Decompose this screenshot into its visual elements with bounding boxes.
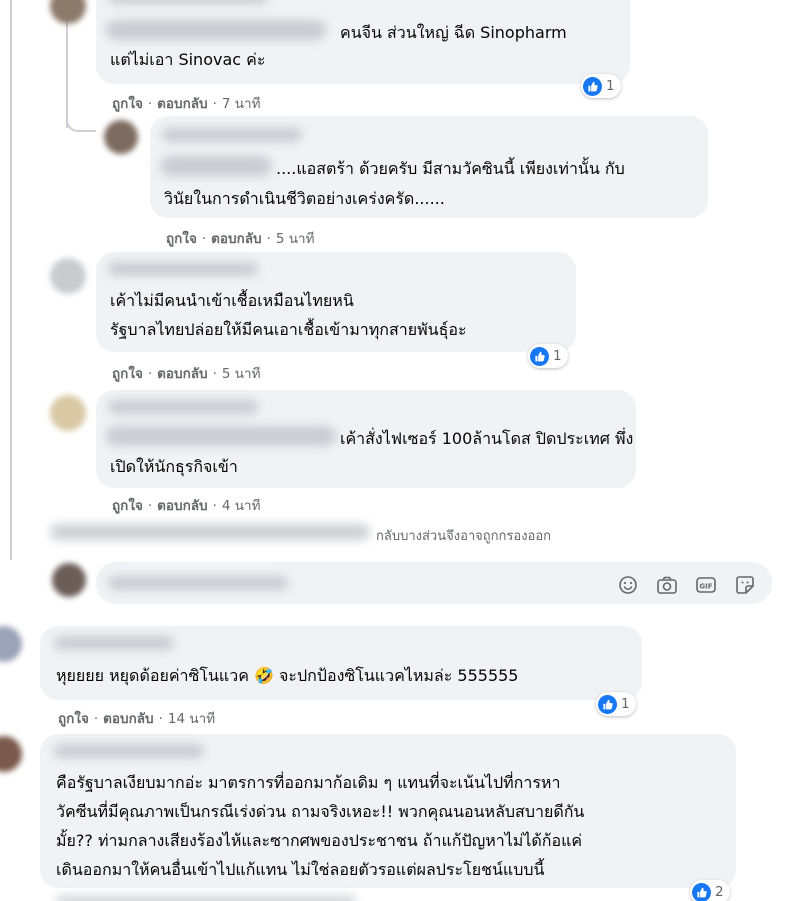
like-icon xyxy=(530,346,549,366)
like-icon xyxy=(598,694,617,714)
reaction-count[interactable]: 1 xyxy=(596,692,636,716)
reaction-count[interactable]: 1 xyxy=(581,74,621,98)
tagged-name[interactable] xyxy=(160,156,272,176)
commenter-name[interactable] xyxy=(108,0,268,4)
thread-connector xyxy=(66,108,96,132)
comment-text-line: เดินออกมาให้คนอื่นเข้าไปแก้แทน ไม่ใช่ลอย… xyxy=(56,860,545,879)
comment-actions: ถูกใจ · ตอบกลับ · 14 นาที xyxy=(58,711,216,727)
timestamp[interactable]: 4 นาที xyxy=(222,498,261,514)
commenter-name[interactable] xyxy=(162,128,302,142)
like-button[interactable]: ถูกใจ xyxy=(112,498,143,514)
avatar[interactable] xyxy=(50,0,86,24)
reaction-count[interactable]: 1 xyxy=(528,344,568,368)
comment-text-line: คือรัฐบาลเงียบมากอ่ะ มาตรการที่ออกมาก้อเ… xyxy=(56,773,561,792)
reply-button[interactable]: ตอบกลับ xyxy=(103,711,153,727)
like-button[interactable]: ถูกใจ xyxy=(58,711,89,727)
avatar[interactable] xyxy=(50,258,86,294)
comment-text-line: แต่ไม่เอา Sinovac ค่ะ xyxy=(110,50,266,69)
comment-actions: ถูกใจ · ตอบกลับ · 4 นาที xyxy=(112,498,261,514)
reply-button[interactable]: ตอบกลับ xyxy=(157,498,207,514)
comment-text-line: วินัยในการดำเนินชีวิตอย่างเคร่งครัด.....… xyxy=(164,189,445,208)
filter-notice: กลับบางส่วนจึงอาจถูกกรองออก xyxy=(376,529,552,544)
comment-text-line: เปิดให้นักธุรกิจเข้า xyxy=(110,457,238,476)
like-button[interactable]: ถูกใจ xyxy=(112,96,143,112)
commenter-name[interactable] xyxy=(108,262,258,276)
reaction-count-label: 1 xyxy=(606,78,615,94)
gif-icon[interactable]: GIF xyxy=(694,573,718,597)
thread-line xyxy=(10,0,12,560)
timestamp[interactable]: 5 นาที xyxy=(222,366,261,382)
comment-text-line: เค้าไม่มีคนนำเข้าเชื้อเหมือนไทยหนิ xyxy=(110,291,354,310)
commenter-name[interactable] xyxy=(54,744,204,758)
comment-actions: ถูกใจ · ตอบกลับ · 5 นาที xyxy=(112,366,261,382)
commenter-name[interactable] xyxy=(54,636,174,650)
avatar[interactable] xyxy=(104,120,138,154)
like-icon xyxy=(583,76,602,96)
timestamp[interactable]: 14 นาที xyxy=(168,711,215,727)
tagged-name[interactable] xyxy=(106,426,336,446)
reply-button[interactable]: ตอบกลับ xyxy=(211,231,261,247)
like-button[interactable]: ถูกใจ xyxy=(112,366,143,382)
reaction-count-label: 1 xyxy=(621,696,630,712)
comment-text-line: คนจีน ส่วนใหญ่ ฉีด Sinopharm xyxy=(340,23,567,42)
commenter-name[interactable] xyxy=(108,400,258,414)
sticker-icon[interactable] xyxy=(733,573,757,597)
avatar[interactable] xyxy=(0,626,22,662)
reaction-count[interactable]: 2 xyxy=(690,880,730,901)
avatar[interactable] xyxy=(52,563,86,597)
comment-actions: ถูกใจ · ตอบกลับ · 5 นาที xyxy=(166,231,315,247)
comment-text-line: วัคซีนที่มีคุณภาพเป็นกรณีเร่งด่วน ถามจริ… xyxy=(56,802,585,821)
filter-notice-blurred xyxy=(50,524,370,540)
like-button[interactable]: ถูกใจ xyxy=(166,231,197,247)
reaction-count-label: 1 xyxy=(553,348,562,364)
comment-actions: ถูกใจ · ตอบกลับ · 7 นาที xyxy=(112,96,261,112)
reply-button[interactable]: ตอบกลับ xyxy=(157,366,207,382)
timestamp[interactable]: 5 นาที xyxy=(276,231,315,247)
comment-text-line: เค้าสั่งไฟเซอร์ 100ล้านโดส ปิดประเทศ พึ่… xyxy=(340,429,634,448)
svg-text:GIF: GIF xyxy=(699,583,712,591)
comment-text-line: หุยยยย หยุดด้อยค่าซิโนแวค 🤣 จะปกป้องซิโน… xyxy=(56,666,519,685)
comment-text-line: ....แอสตร้า ด้วยครับ มีสามวัคซินนี้ เพีย… xyxy=(276,159,625,178)
reaction-count-label: 2 xyxy=(715,884,724,900)
avatar[interactable] xyxy=(50,395,86,431)
composer-placeholder xyxy=(108,576,288,590)
reply-button[interactable]: ตอบกลับ xyxy=(157,96,207,112)
comment-text-line: มั้ย?? ท่ามกลางเสียงร้องไห้และซากศพของปร… xyxy=(56,831,583,850)
tagged-name[interactable] xyxy=(106,20,326,40)
like-icon xyxy=(692,882,711,901)
avatar[interactable] xyxy=(0,736,22,772)
camera-icon[interactable] xyxy=(655,573,679,597)
emoji-icon[interactable] xyxy=(616,573,640,597)
comment-actions-blurred xyxy=(56,896,356,901)
timestamp[interactable]: 7 นาที xyxy=(222,96,261,112)
comment-text-line: รัฐบาลไทยปล่อยให้มีคนเอาเชื้อเข้ามาทุกสา… xyxy=(110,320,467,339)
